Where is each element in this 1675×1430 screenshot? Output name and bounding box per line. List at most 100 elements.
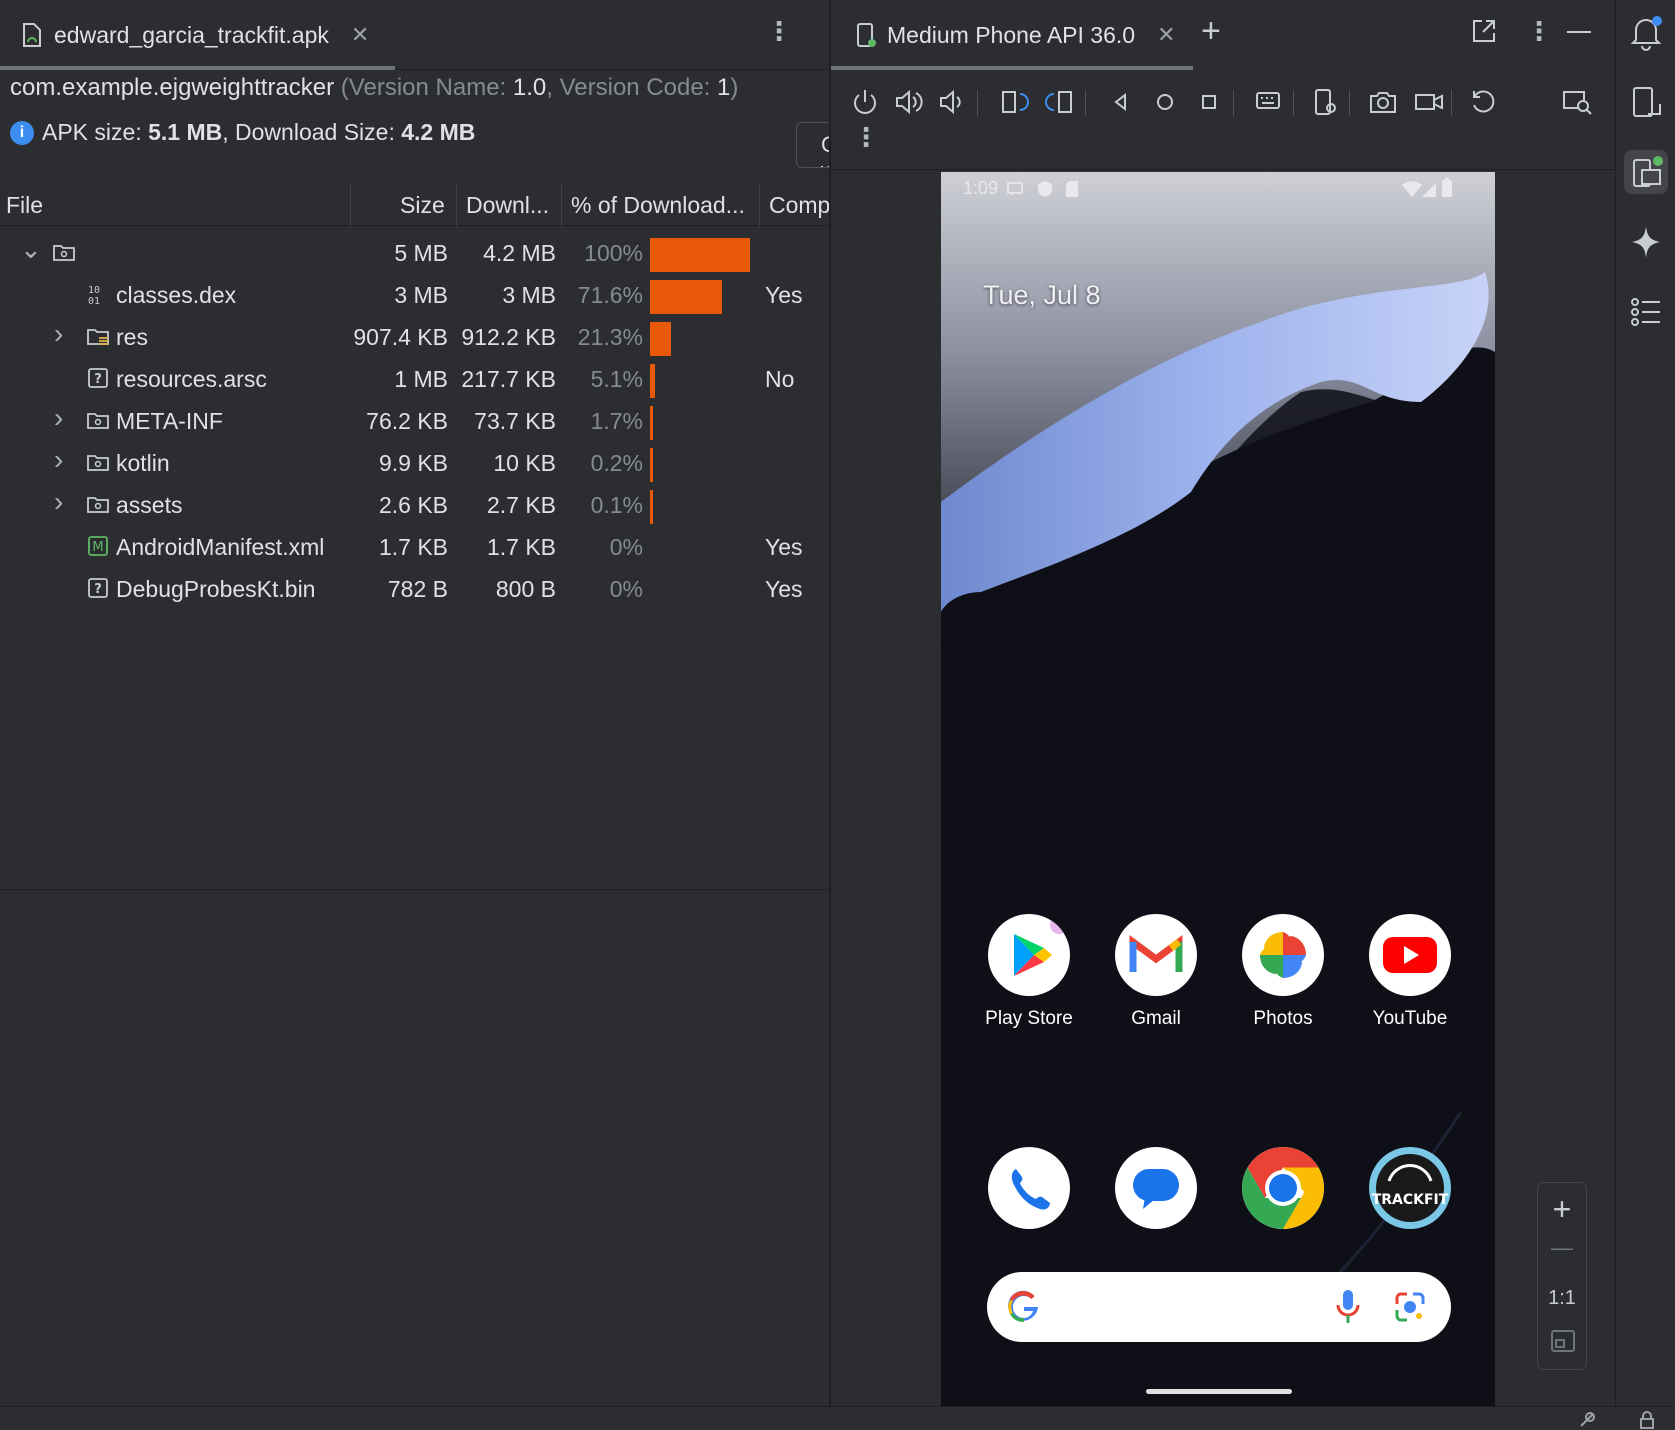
fit-screen-icon[interactable] <box>1550 1329 1576 1353</box>
volume-up-icon[interactable] <box>893 86 925 118</box>
chevron-right-icon[interactable]: › <box>54 486 63 518</box>
actual-size-button[interactable]: 1:1 <box>1538 1287 1586 1310</box>
file-size: 5 MB <box>394 240 448 266</box>
column-compressed[interactable]: Comp <box>769 192 830 219</box>
column-separator[interactable] <box>456 184 457 226</box>
device-status-bar: 1:09 <box>941 172 1495 208</box>
tree-row[interactable]: 10 01 classes.dex 3 MB 3 MB 71.6% Yes <box>0 274 829 316</box>
rotate-right-icon[interactable] <box>1043 86 1075 118</box>
app-photos[interactable]: Photos <box>1223 914 1343 1030</box>
add-device-icon[interactable]: + <box>1201 14 1221 48</box>
back-icon[interactable] <box>1105 86 1137 118</box>
download-size: 217.7 KB <box>461 366 556 392</box>
percent-bar <box>650 406 653 440</box>
google-search-bar[interactable] <box>987 1272 1451 1342</box>
rotate-left-icon[interactable] <box>999 86 1031 118</box>
apk-file-tab[interactable]: edward_garcia_trackfit.apk ✕ <box>0 0 395 70</box>
screen-record-icon[interactable] <box>1413 86 1445 118</box>
chevron-right-icon[interactable]: › <box>54 318 63 350</box>
device-manager-icon[interactable] <box>1624 80 1668 124</box>
home-icon[interactable] <box>1149 86 1181 118</box>
file-name: kotlin <box>116 450 170 476</box>
download-size-value: 4.2 MB <box>401 119 476 145</box>
app-gmail[interactable]: Gmail <box>1096 914 1216 1030</box>
more-options-icon[interactable]: ⋮ <box>766 18 792 44</box>
running-devices-icon <box>1633 156 1663 187</box>
column-separator[interactable] <box>350 184 351 226</box>
app-youtube[interactable]: YouTube <box>1350 914 1470 1030</box>
download-size: 3 MB <box>502 282 556 308</box>
tree-row[interactable]: › META-INF 76.2 KB 73.7 KB 1.7% <box>0 400 829 442</box>
close-icon[interactable]: ✕ <box>1157 22 1175 48</box>
folder-icon <box>87 497 109 513</box>
resource-folder-icon <box>87 329 109 345</box>
lock-icon[interactable] <box>1638 1411 1656 1429</box>
file-size: 76.2 KB <box>366 408 448 434</box>
volume-down-icon[interactable] <box>937 86 969 118</box>
chevron-right-icon[interactable]: › <box>54 402 63 434</box>
unknown-file-icon: ? <box>88 368 108 388</box>
close-icon[interactable]: ✕ <box>351 22 369 48</box>
tree-row[interactable]: ? DebugProbesKt.bin 782 B 800 B 0% Yes <box>0 568 829 610</box>
device-settings-icon[interactable] <box>1309 86 1341 118</box>
file-size: 1.7 KB <box>378 534 448 560</box>
app-phone[interactable] <box>969 1147 1089 1229</box>
tree-row[interactable]: ⌄ 5 MB 4.2 MB 100% <box>0 232 829 274</box>
tree-row[interactable]: › res 907.4 KB 912.2 KB 21.3% <box>0 316 829 358</box>
column-separator[interactable] <box>561 184 562 226</box>
keyboard-icon[interactable] <box>1253 86 1285 118</box>
phone-icon <box>988 1147 1070 1229</box>
device-screen[interactable]: 1:09 Tue, Jul 8 Play Store Gmail Photos … <box>941 172 1495 1406</box>
app-trackfit[interactable]: TRACKFIT <box>1350 1147 1470 1229</box>
power-icon[interactable] <box>849 86 881 118</box>
more-toolbar-icon[interactable]: ⋮ <box>853 124 879 150</box>
compressed-flag: Yes <box>765 576 803 602</box>
overview-icon[interactable] <box>1193 86 1225 118</box>
microphone-icon[interactable] <box>1335 1288 1361 1326</box>
memory-indicator-icon[interactable] <box>1578 1411 1596 1429</box>
home-date[interactable]: Tue, Jul 8 <box>983 280 1101 311</box>
panel-splitter[interactable] <box>0 889 829 890</box>
app-chrome[interactable] <box>1223 1147 1343 1229</box>
app-messages[interactable] <box>1096 1147 1216 1229</box>
tree-row[interactable]: › assets 2.6 KB 2.7 KB 0.1% <box>0 484 829 526</box>
zoom-in-button[interactable]: + <box>1538 1191 1586 1228</box>
more-options-icon[interactable]: ⋮ <box>1526 18 1552 44</box>
running-devices-button[interactable] <box>1624 150 1668 194</box>
device-tab-title: Medium Phone API 36.0 <box>887 21 1136 48</box>
package-info: com.example.ejgweighttracker (Version Na… <box>10 74 739 101</box>
device-tab[interactable]: Medium Phone API 36.0 ✕ <box>831 0 1193 70</box>
signal-icon <box>1422 183 1436 197</box>
ide-window: edward_garcia_trackfit.apk ✕ ⋮ com.examp… <box>0 0 1675 1430</box>
manifest-icon: M <box>88 536 108 556</box>
gemini-icon[interactable] <box>1624 220 1668 264</box>
tool-window-strip <box>1615 0 1675 1406</box>
minimize-icon[interactable] <box>1567 30 1591 34</box>
snapshot-restore-icon[interactable] <box>1467 86 1499 118</box>
column-file[interactable]: File <box>6 192 43 219</box>
column-percent[interactable]: % of Download... <box>571 192 745 219</box>
messages-icon <box>1115 1147 1197 1229</box>
column-separator[interactable] <box>759 184 760 226</box>
tree-row[interactable]: ? resources.arsc 1 MB 217.7 KB 5.1% No <box>0 358 829 400</box>
app-play-store[interactable]: Play Store <box>969 914 1089 1030</box>
screenshot-icon[interactable] <box>1367 86 1399 118</box>
tree-row[interactable]: M AndroidManifest.xml 1.7 KB 1.7 KB 0% Yes <box>0 526 829 568</box>
column-size[interactable]: Size <box>400 192 445 219</box>
structure-list-icon[interactable] <box>1624 290 1668 334</box>
open-external-icon[interactable] <box>1471 18 1497 44</box>
mirror-search-icon[interactable] <box>1561 86 1593 118</box>
toolbar-separator <box>977 90 978 116</box>
file-name: classes.dex <box>116 282 237 308</box>
notifications-icon[interactable] <box>1624 10 1668 54</box>
sd-card-icon <box>1066 181 1078 197</box>
gesture-bar[interactable] <box>1146 1389 1292 1394</box>
download-size: 912.2 KB <box>461 324 556 350</box>
zoom-out-button[interactable]: — <box>1538 1235 1586 1261</box>
chevron-down-icon[interactable]: ⌄ <box>20 234 42 265</box>
file-name: META-INF <box>116 408 223 434</box>
column-download[interactable]: Downl... <box>466 192 549 219</box>
google-lens-icon[interactable] <box>1393 1290 1427 1324</box>
chevron-right-icon[interactable]: › <box>54 444 63 476</box>
tree-row[interactable]: › kotlin 9.9 KB 10 KB 0.2% <box>0 442 829 484</box>
